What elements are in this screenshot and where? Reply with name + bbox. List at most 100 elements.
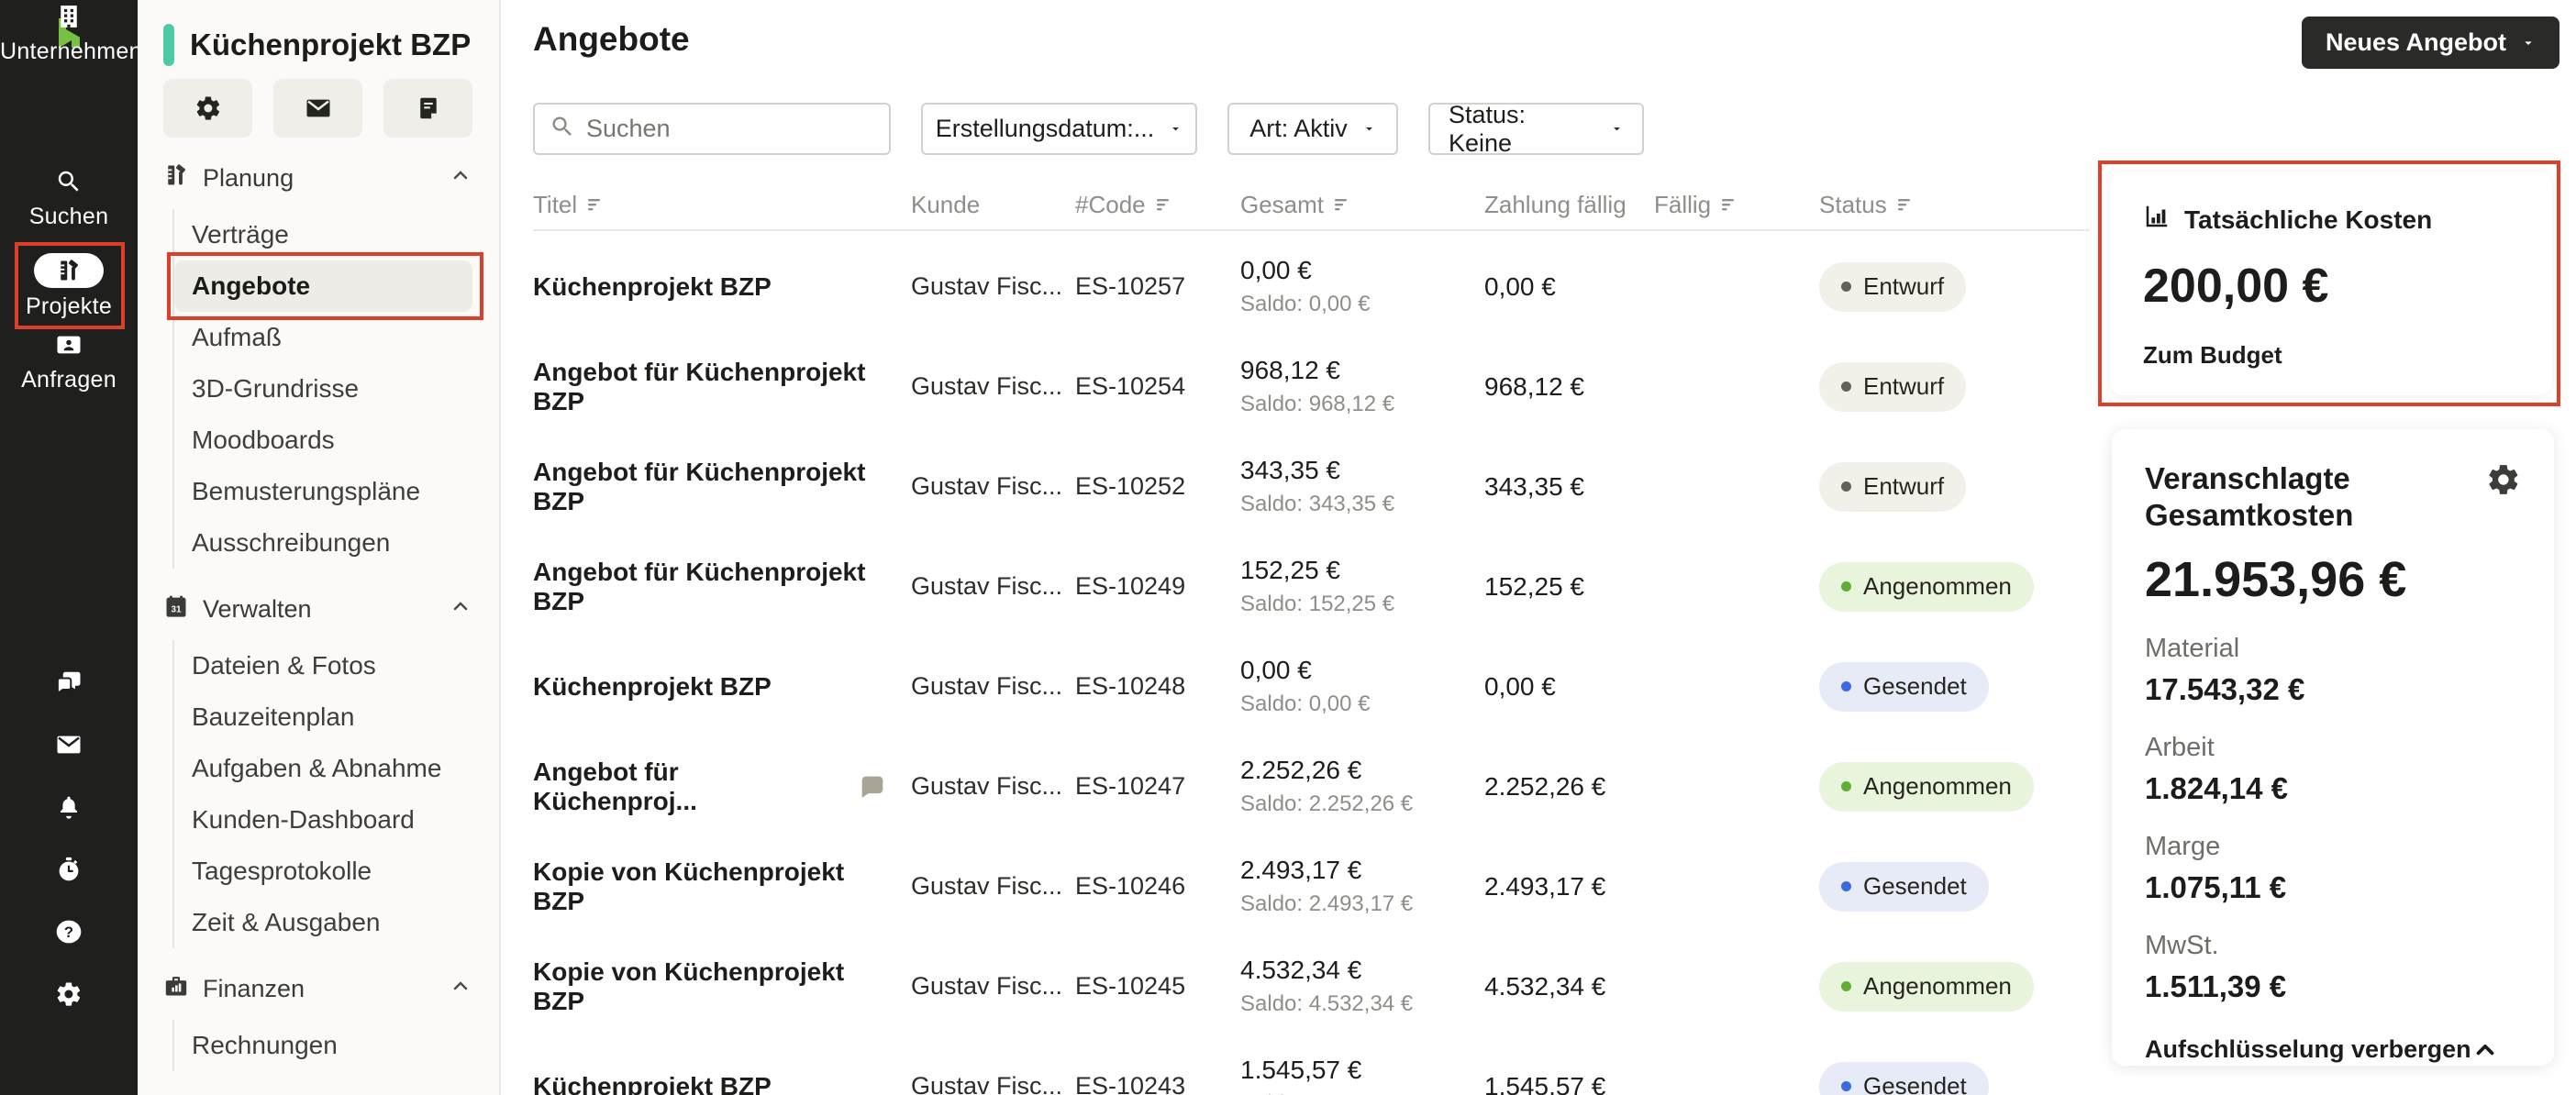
comment-icon[interactable]: [856, 771, 889, 802]
sidebar-nav-item[interactable]: Bauzeitenplan: [174, 691, 472, 743]
bell-icon[interactable]: [0, 776, 138, 838]
sidebar-nav-label: Rechnungen: [192, 1031, 338, 1059]
chevron-up-icon[interactable]: [450, 164, 472, 193]
offer-code: ES-10257: [1075, 272, 1186, 300]
hide-breakdown-toggle[interactable]: Aufschlüsselung verbergen: [2145, 1035, 2521, 1064]
offer-row[interactable]: Angebot für Küchenprojekt BZP Gustav Fis…: [533, 337, 2090, 437]
bar-chart-icon: [2143, 203, 2171, 237]
sidebar-nav-item[interactable]: Kunden-Dashboard: [174, 794, 472, 846]
gear-icon[interactable]: [163, 79, 252, 138]
company-icon: [0, 0, 138, 33]
table-column-header[interactable]: Kunde: [911, 191, 1075, 219]
sidebar-nav-item[interactable]: Aufmaß: [174, 312, 472, 363]
sidebar-nav-item[interactable]: Aufgaben & Abnahme: [174, 743, 472, 794]
column-label: Kunde: [911, 190, 981, 218]
offer-total-cell: 4.532,34 € Saldo: 4.532,34 €: [1240, 956, 1484, 1017]
offer-customer: Gustav Fisc...: [911, 872, 1063, 900]
search-input[interactable]: [586, 115, 911, 143]
sort-icon[interactable]: [1720, 194, 1740, 215]
sidebar-nav-item[interactable]: Tagesprotokolle: [174, 846, 472, 897]
breakdown-label: Arbeit: [2145, 732, 2215, 762]
sidebar-section-header[interactable]: Planung: [163, 161, 499, 194]
new-offer-button[interactable]: Neues Angebot: [2301, 17, 2559, 69]
offer-row[interactable]: Angebot für Küchenproj... Gustav Fisc...…: [533, 736, 2090, 836]
rail-nav-item[interactable]: Suchen: [0, 165, 138, 229]
svg-text:31: 31: [171, 604, 182, 614]
page-title: Angebote: [533, 20, 690, 58]
sort-icon[interactable]: [1333, 194, 1353, 215]
table-column-header[interactable]: #Code: [1075, 191, 1240, 219]
offer-total: 1.545,57 €: [1240, 1056, 1362, 1084]
gear-icon[interactable]: [0, 963, 138, 1025]
sort-icon[interactable]: [586, 194, 606, 215]
table-column-header[interactable]: Gesamt: [1240, 191, 1484, 219]
table-column-header[interactable]: Status: [1819, 191, 2090, 219]
breakdown-row: Arbeit 1.824,14 €: [2145, 733, 2521, 806]
column-label: #Code: [1075, 190, 1146, 218]
offer-code: ES-10249: [1075, 572, 1186, 600]
note-icon[interactable]: [383, 79, 472, 138]
sort-icon[interactable]: [1155, 194, 1175, 215]
offer-title: Angebot für Küchenprojekt BZP: [533, 357, 866, 415]
filter-dropdown-type[interactable]: Art: Aktiv: [1227, 103, 1398, 155]
mail-icon[interactable]: [0, 713, 138, 776]
mail-icon[interactable]: [273, 79, 362, 138]
sidebar-section-items: Rechnungen: [172, 1020, 472, 1071]
sidebar-nav-item[interactable]: Verträge: [174, 209, 472, 260]
offer-row[interactable]: Küchenprojekt BZP Gustav Fisc... ES-1024…: [533, 1036, 2090, 1095]
estimated-costs-header: Veranschlagte Gesamtkosten: [2145, 460, 2521, 535]
chevron-up-icon[interactable]: [450, 595, 472, 624]
chevron-down-icon: [1610, 122, 1624, 136]
table-column-header[interactable]: Zahlung fällig: [1484, 191, 1654, 219]
sidebar-nav-label: 3D-Grundrisse: [192, 374, 360, 403]
sidebar-nav-label: Bauzeitenplan: [192, 702, 355, 731]
filter-dropdown-status[interactable]: Status: Keine: [1428, 101, 1644, 157]
gear-icon[interactable]: [2486, 462, 2521, 502]
sidebar-nav-item[interactable]: Angebote: [167, 252, 483, 320]
filter-dropdown-date[interactable]: Erstellungsdatum:...: [921, 103, 1197, 155]
sidebar-nav-item[interactable]: Zeit & Ausgaben: [174, 897, 472, 948]
rail-nav-item[interactable]: Unternehmen: [0, 0, 142, 65]
offer-row[interactable]: Angebot für Küchenprojekt BZP Gustav Fis…: [533, 437, 2090, 536]
sidebar-section-header[interactable]: Finanzen: [163, 972, 499, 1005]
offer-title: Kopie von Küchenprojekt BZP: [533, 957, 845, 1015]
sidebar-nav-label: Bemusterungspläne: [192, 477, 421, 505]
sidebar-nav-item[interactable]: Bemusterungspläne: [174, 466, 472, 517]
chevron-up-icon[interactable]: [450, 975, 472, 1003]
offer-row[interactable]: Kopie von Küchenprojekt BZP Gustav Fisc.…: [533, 836, 2090, 936]
timer-icon[interactable]: [0, 838, 138, 901]
status-badge: Angenommen: [1819, 961, 2034, 1012]
sidebar-section: 31 Verwalten Dateien & Fotos Bauzeitenpl…: [163, 592, 499, 948]
offer-saldo: Saldo: 2.252,26 €: [1240, 791, 1414, 816]
column-label: Titel: [533, 190, 578, 218]
sort-icon[interactable]: [1896, 194, 1916, 215]
rail-nav-item[interactable]: Projekte: [0, 242, 138, 329]
status-dot-icon: [1841, 481, 1851, 492]
status-label: Angenommen: [1863, 972, 2012, 1000]
app-rail: Suchen Projekte Anfragen Unternehmen ?: [0, 0, 142, 1095]
offer-row[interactable]: Kopie von Küchenprojekt BZP Gustav Fisc.…: [533, 936, 2090, 1036]
breakdown-row: MwSt. 1.511,39 €: [2145, 931, 2521, 1004]
sidebar-nav-item[interactable]: Rechnungen: [174, 1020, 472, 1071]
rail-nav-label: Unternehmen: [0, 39, 142, 64]
offer-row[interactable]: Küchenprojekt BZP Gustav Fisc... ES-1025…: [533, 237, 2090, 337]
estimated-costs-amount: 21.953,96 €: [2145, 551, 2407, 607]
breakdown-value: 1.511,39 €: [2145, 968, 2287, 1003]
offer-row[interactable]: Küchenprojekt BZP Gustav Fisc... ES-1024…: [533, 636, 2090, 736]
help-icon[interactable]: ?: [0, 901, 138, 963]
table-column-header[interactable]: Titel: [533, 191, 911, 219]
rail-nav-item[interactable]: Anfragen: [0, 328, 138, 393]
to-budget-link[interactable]: Zum Budget: [2143, 341, 2282, 370]
offer-row[interactable]: Angebot für Küchenprojekt BZP Gustav Fis…: [533, 536, 2090, 636]
sidebar-section-header[interactable]: 31 Verwalten: [163, 592, 499, 625]
sidebar-nav-item[interactable]: Dateien & Fotos: [174, 640, 472, 691]
table-column-header[interactable]: Fällig: [1654, 191, 1819, 219]
sidebar-nav-item[interactable]: Moodboards: [174, 415, 472, 466]
messages-icon[interactable]: [0, 651, 138, 713]
status-dot-icon: [1841, 681, 1851, 691]
sidebar-nav-item[interactable]: Ausschreibungen: [174, 517, 472, 569]
search-box[interactable]: [533, 103, 911, 155]
offer-customer: Gustav Fisc...: [911, 772, 1063, 800]
project-header: Küchenprojekt BZP: [163, 24, 499, 66]
sidebar-nav-item[interactable]: 3D-Grundrisse: [174, 363, 472, 415]
